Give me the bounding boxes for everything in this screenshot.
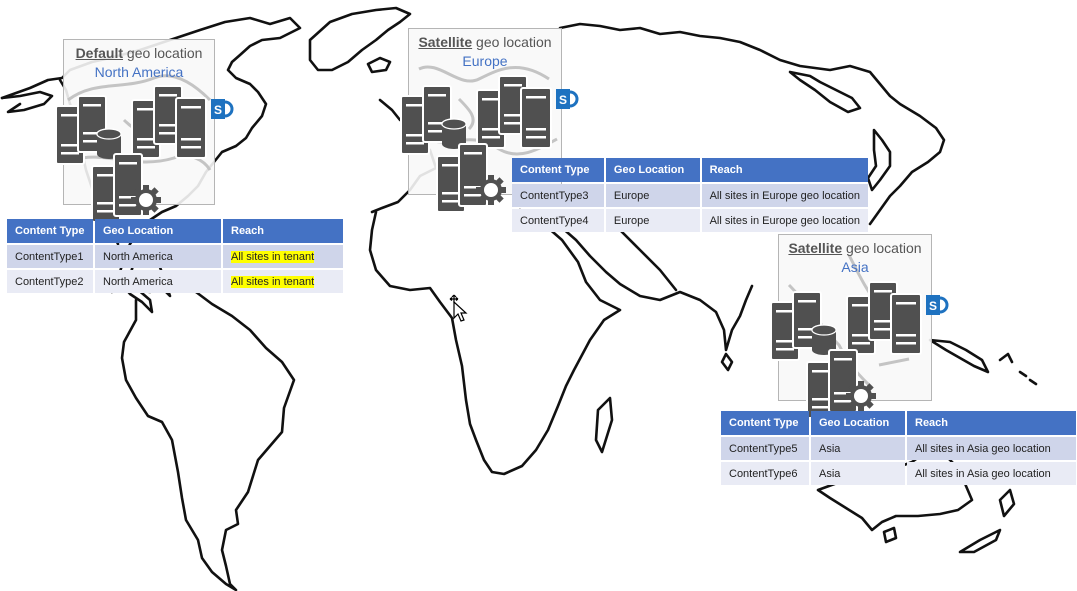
iceland-outline: [366, 56, 392, 74]
table-header-row: Content Type Geo Location Reach: [7, 219, 343, 243]
cell-geo-location: Asia: [811, 437, 905, 460]
sharepoint-icon: S: [556, 89, 579, 109]
table-row: ContentType3 Europe All sites in Europe …: [512, 184, 868, 207]
server-cluster-icon: [476, 75, 552, 149]
cell-reach: All sites in tenant: [223, 245, 343, 268]
highlighted-reach: All sites in tenant: [231, 250, 315, 263]
table-row: ContentType5 Asia All sites in Asia geo …: [721, 437, 1076, 460]
geo-region-label: North America: [94, 64, 184, 80]
geo-region-label: Asia: [841, 259, 869, 275]
column-header-geo-location: Geo Location: [811, 411, 905, 435]
server-settings-icon: [436, 143, 506, 212]
column-header-geo-location: Geo Location: [605, 158, 700, 182]
column-header-geo-location: Geo Location: [95, 219, 221, 243]
cell-geo-location: Europe: [605, 209, 700, 232]
south-america-outline: [110, 284, 296, 591]
cell-reach: All sites in Europe geo location: [701, 209, 868, 232]
geo-title: Satellite geo location: [409, 34, 561, 50]
cell-geo-location: North America: [95, 245, 221, 268]
content-type-table-north-america: Content Type Geo Location Reach ContentT…: [5, 217, 345, 295]
table-row: ContentType4 Europe All sites in Europe …: [512, 209, 868, 232]
column-header-content-type: Content Type: [7, 219, 93, 243]
server-cluster-icon: [846, 281, 922, 355]
cell-content-type: ContentType3: [512, 184, 604, 207]
geo-kind-label: Satellite: [418, 34, 473, 50]
cell-reach: All sites in Asia geo location: [907, 462, 1076, 485]
cell-content-type: ContentType4: [512, 209, 604, 232]
new-zealand-outline: [958, 488, 1016, 554]
table-row: ContentType1 North America All sites in …: [7, 245, 343, 268]
cell-reach: All sites in tenant: [223, 270, 343, 293]
table-header-row: Content Type Geo Location Reach: [512, 158, 868, 182]
geo-kind-label: Default: [75, 45, 124, 61]
server-settings-icon: [91, 153, 161, 222]
geo-region-label: Europe: [462, 53, 508, 69]
cell-geo-location: Asia: [811, 462, 905, 485]
content-type-table-europe: Content Type Geo Location Reach ContentT…: [510, 156, 870, 234]
column-header-reach: Reach: [701, 158, 868, 182]
cell-content-type: ContentType2: [7, 270, 93, 293]
kamchatka-outline: [788, 70, 862, 114]
japan-outline: [866, 128, 892, 192]
cell-content-type: ContentType1: [7, 245, 93, 268]
cell-reach: All sites in Europe geo location: [701, 184, 868, 207]
tasmania-outline: [882, 526, 898, 544]
geo-title-suffix: geo location: [126, 45, 203, 61]
highlighted-reach: All sites in tenant: [231, 275, 315, 288]
column-header-reach: Reach: [223, 219, 343, 243]
table-row: ContentType6 Asia All sites in Asia geo …: [721, 462, 1076, 485]
move-cursor-icon: [449, 294, 468, 322]
column-header-reach: Reach: [907, 411, 1076, 435]
islands-outline: [998, 352, 1038, 386]
sri-lanka-outline: [720, 352, 734, 372]
geo-title: Default geo location: [64, 45, 214, 61]
content-type-table-asia: Content Type Geo Location Reach ContentT…: [719, 409, 1077, 487]
geo-title-suffix: geo location: [476, 34, 552, 50]
svg-text:S: S: [929, 299, 937, 313]
geo-title-suffix: geo location: [846, 240, 922, 256]
svg-text:S: S: [559, 93, 567, 107]
table-header-row: Content Type Geo Location Reach: [721, 411, 1076, 435]
cell-geo-location: North America: [95, 270, 221, 293]
geo-kind-label: Satellite: [788, 240, 843, 256]
cell-reach: All sites in Asia geo location: [907, 437, 1076, 460]
sharepoint-icon: S: [926, 295, 949, 315]
africa-outline: [368, 208, 622, 476]
server-settings-icon: [806, 349, 876, 418]
cell-content-type: ContentType5: [721, 437, 809, 460]
greenland-outline: [308, 6, 412, 72]
india-outline: [618, 228, 678, 292]
column-header-content-type: Content Type: [721, 411, 809, 435]
se-asia-outline: [928, 338, 990, 374]
sharepoint-icon: S: [211, 99, 234, 119]
column-header-content-type: Content Type: [512, 158, 604, 182]
cell-geo-location: Europe: [605, 184, 700, 207]
madagascar-outline: [594, 396, 614, 454]
server-cluster-icon: [131, 85, 207, 159]
geo-title: Satellite geo location: [779, 240, 931, 256]
cell-content-type: ContentType6: [721, 462, 809, 485]
svg-text:S: S: [214, 103, 222, 117]
middle-east-outline: [558, 224, 754, 352]
table-row: ContentType2 North America All sites in …: [7, 270, 343, 293]
